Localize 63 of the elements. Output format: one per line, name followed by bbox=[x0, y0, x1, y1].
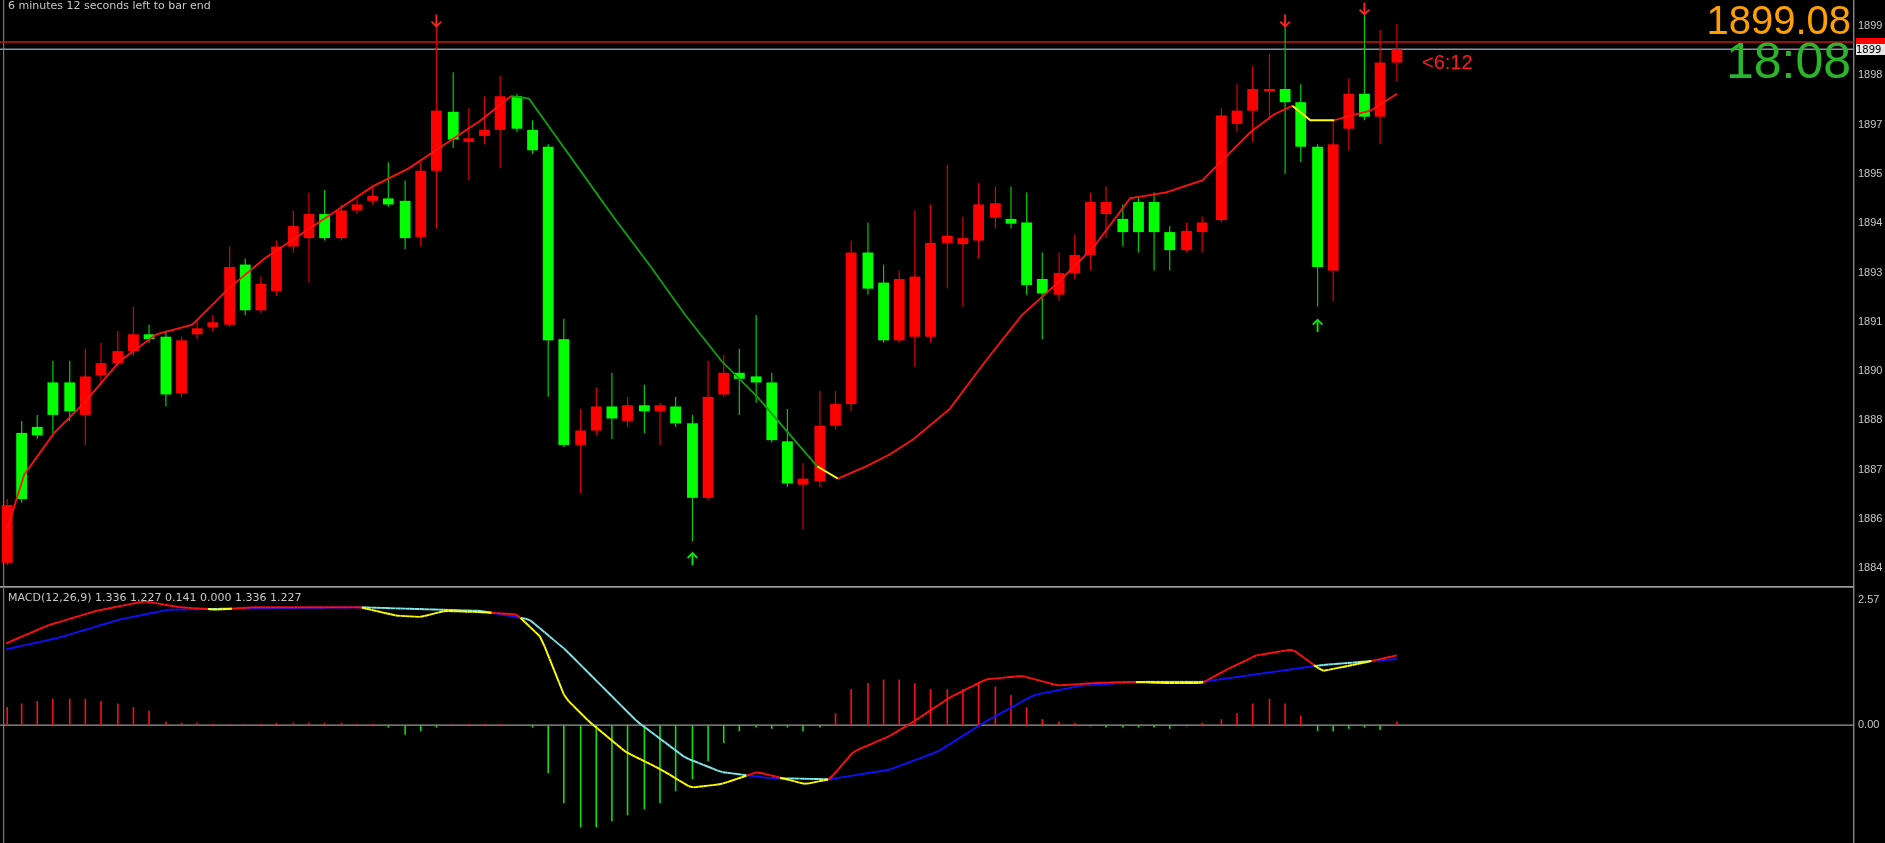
histogram-bar bbox=[1268, 697, 1271, 726]
histogram-bar bbox=[1299, 714, 1302, 726]
histogram-bar bbox=[929, 688, 932, 726]
up-arrow-icon bbox=[686, 551, 699, 567]
histogram-bar bbox=[1220, 718, 1223, 726]
histogram-bar bbox=[228, 723, 231, 726]
histogram-bar bbox=[994, 685, 997, 726]
histogram-bar bbox=[275, 721, 278, 726]
down-arrow-icon bbox=[430, 13, 443, 28]
histogram-bar bbox=[946, 688, 949, 726]
histogram-bar bbox=[340, 721, 343, 726]
histogram-bar bbox=[531, 724, 534, 729]
histogram-bar bbox=[1316, 724, 1319, 732]
countdown-text: 6 minutes 12 seconds left to bar end bbox=[8, 0, 211, 11]
histogram-bar bbox=[20, 702, 23, 726]
axis-label: 1891 bbox=[1858, 315, 1883, 327]
histogram-bar bbox=[1251, 702, 1254, 726]
histogram-bar bbox=[36, 700, 39, 726]
axis-label: 0.00 bbox=[1858, 719, 1880, 730]
histogram-bar bbox=[977, 682, 980, 726]
axis-label: 1894 bbox=[1858, 217, 1883, 229]
histogram-bar bbox=[1185, 724, 1188, 728]
histogram-bar bbox=[1363, 724, 1366, 729]
histogram-bar bbox=[132, 706, 135, 726]
histogram-bar bbox=[387, 724, 390, 729]
histogram-bar bbox=[786, 724, 789, 729]
axis-label: 1893 bbox=[1858, 266, 1883, 278]
histogram-bar bbox=[722, 724, 725, 744]
histogram-bar bbox=[68, 697, 71, 726]
axis-label: 1888 bbox=[1858, 414, 1883, 426]
axis-label: 1895 bbox=[1858, 167, 1883, 179]
histogram-bar bbox=[180, 721, 183, 726]
histogram-bar bbox=[674, 724, 677, 793]
histogram-bar bbox=[323, 721, 326, 726]
axis-label: 2.57 bbox=[1858, 594, 1880, 605]
histogram-bar bbox=[1073, 721, 1076, 726]
histogram-bar bbox=[738, 724, 741, 732]
indicator-label: MACD(12,26,9) 1.336 1.227 0.141 0.000 1.336 1.227 bbox=[8, 592, 302, 603]
axis-label: 1899 bbox=[1858, 20, 1883, 31]
histogram-bar bbox=[84, 697, 87, 726]
down-arrow-icon bbox=[1358, 1, 1371, 16]
histogram-bar bbox=[882, 678, 885, 726]
histogram-bar bbox=[1137, 724, 1140, 729]
histogram-bar bbox=[834, 712, 837, 726]
histogram-bar bbox=[1025, 706, 1028, 726]
axis-label: 1898 bbox=[1858, 69, 1883, 81]
histogram-bar bbox=[435, 724, 438, 729]
axis-label: 1897 bbox=[1858, 118, 1883, 130]
histogram-bar bbox=[371, 723, 374, 726]
axis-label: 1887 bbox=[1858, 463, 1883, 475]
up-arrow-icon bbox=[1311, 318, 1324, 333]
down-arrow-icon bbox=[1279, 13, 1291, 28]
axis-label: 1884 bbox=[1858, 562, 1883, 574]
histogram-bar bbox=[1168, 724, 1171, 730]
histogram-bar bbox=[691, 724, 694, 781]
histogram-bar bbox=[483, 723, 486, 726]
histogram-bar bbox=[1089, 724, 1092, 728]
price-tag: 1899 bbox=[1856, 44, 1885, 55]
axis-label: 1890 bbox=[1858, 365, 1883, 377]
axis-label: 1886 bbox=[1858, 513, 1883, 524]
histogram-bar bbox=[292, 721, 295, 726]
histogram-bar bbox=[1041, 718, 1044, 726]
bar-timer-label: <6:12 bbox=[1422, 52, 1473, 72]
